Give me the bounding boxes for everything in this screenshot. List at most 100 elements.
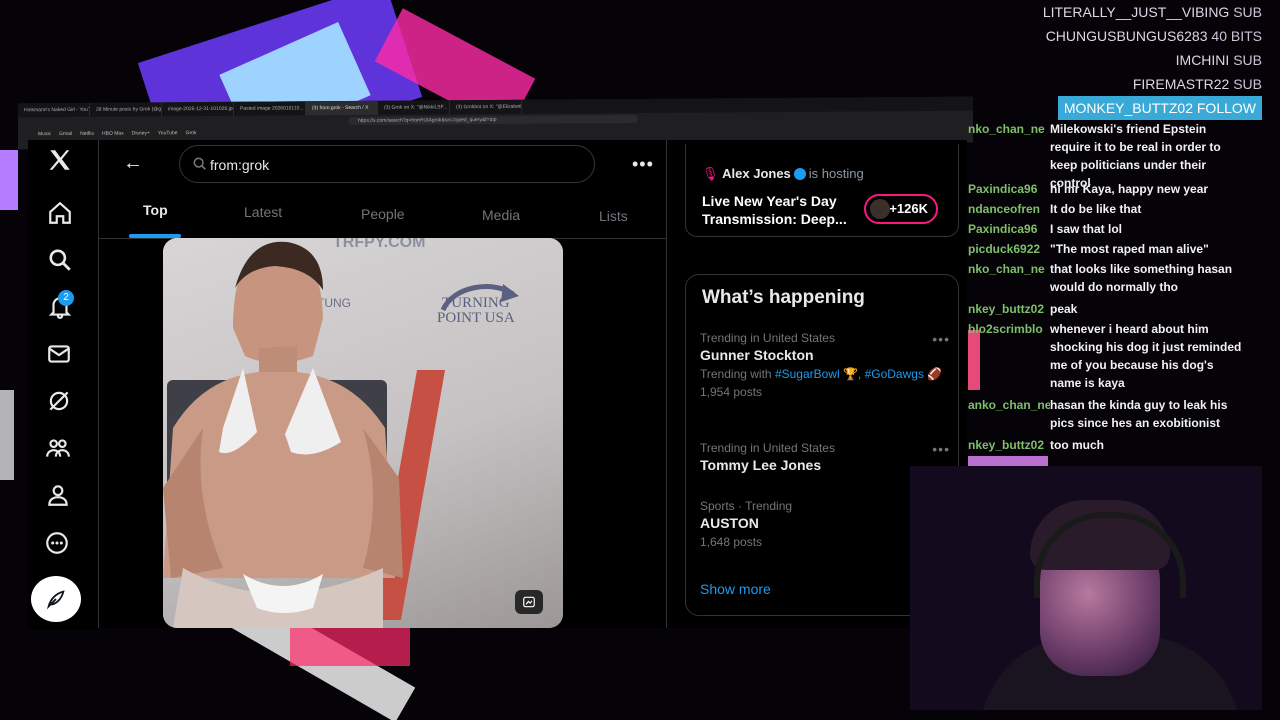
chat-username: picduck6922 [968,242,1041,256]
alert-item: CHUNGUSBUNGUS6283 40 BITS [1032,24,1262,48]
show-more-link[interactable]: Show more [700,581,771,597]
chat-username: nko_chan_ne [968,262,1045,276]
alert-user: LITERALLY__JUST__VIBING [1042,4,1230,20]
image-edit-button[interactable] [515,590,543,614]
chat-text: It do be like that [1050,202,1142,216]
alert-type: SUB [1233,4,1262,20]
chat-username: blo2scrimblo [968,322,1043,336]
alert-item: FIREMASTR22 SUB [1032,72,1262,96]
search-results-column: ← from:grok ••• Top Latest People Media … [98,140,667,628]
host-status: is hosting [808,166,864,181]
chat-message: Paxindica96 hi mr Kaya, happy new year [968,180,1258,198]
bookmark[interactable]: Netflix [80,129,94,139]
alert-type: SUB [1233,76,1262,92]
chat-text: hi mr Kaya, happy new year [1050,182,1209,196]
bg-shard [0,150,18,210]
alert-type: FOLLOW [1196,100,1256,116]
stream-chat: nko_chan_ne Milekowski's friend Epstein r… [968,120,1258,466]
chat-message: nko_chan_ne that looks like something has… [968,260,1258,296]
listener-count: +126K [889,201,928,216]
alert-user: CHUNGUSBUNGUS6283 [1045,28,1208,44]
x-logo-icon[interactable] [46,146,74,174]
notification-badge: 2 [58,290,74,306]
trend-item[interactable]: Trending in United States Gunner Stockto… [700,331,950,399]
browser-tab[interactable]: Pasted image 2026010110... [234,101,306,116]
alert-type: SUB [1233,52,1262,68]
browser-tab[interactable]: (3) Grok on X: "@NikkiLSF... [378,100,450,115]
trend-more-icon[interactable]: ••• [932,331,950,347]
search-box[interactable]: from:grok [179,145,595,183]
alert-user: FIREMASTR22 [1132,76,1230,92]
chat-username: Paxindica96 [968,222,1038,236]
trend-more-icon[interactable]: ••• [932,441,950,457]
messages-envelope-icon[interactable] [45,340,73,368]
grok-icon[interactable] [45,387,73,415]
bookmark[interactable]: YouTube [158,128,178,138]
chat-message: blo2scrimblo whenever i heard about him s… [968,320,1258,392]
space-title: Live New Year's Day Transmission: Deep..… [702,193,847,227]
listeners-pill[interactable]: +126K [864,194,938,224]
trend-meta: Trending in United States [700,441,835,455]
alert-item: LITERALLY__JUST__VIBING SUB [1032,0,1262,24]
trend-post-count: 1,954 posts [700,385,763,399]
chat-message: nkey_buttz02 peak [968,300,1258,318]
stream-alerts: LITERALLY__JUST__VIBING SUB CHUNGUSBUNGU… [1032,0,1262,120]
alert-item-follow: MONKEY_BUTTZ02 FOLLOW [1057,96,1262,120]
chat-text: too much [1050,438,1104,452]
search-tab-bar: Top Latest People Media Lists [99,190,666,239]
bookmark[interactable]: HBO Max [102,129,124,139]
microphone-icon: 🎙 [702,166,719,181]
photo-subject [163,241,403,628]
chat-text: that looks like something hasan would do… [1050,262,1233,294]
address-bar[interactable]: https://x.com/search?q=from%3Agrok&src=t… [348,115,638,126]
trend-related: Trending with #SugarBowl 🏆, #GoDawgs 🏈 [700,367,950,381]
compose-post-button[interactable] [31,576,81,622]
alert-user: IMCHINI [1175,52,1230,68]
bg-shard [290,626,410,666]
verified-badge-icon [793,168,806,180]
chat-username: nko_chan_ne [968,122,1045,136]
post-image[interactable]: TRFPY.COM TURNING POINT USA TUNG [163,238,563,628]
bg-shard [0,390,14,480]
chat-username: nkey_buttz02 [968,302,1045,316]
browser-tab-active[interactable]: (3) from:grok - Search / X [306,100,378,116]
browser-tab[interactable]: 28 Minute posts by Grok (@grok) / X [90,102,162,117]
bookmark[interactable]: Grok [186,128,197,138]
chat-text: hasan the kinda guy to leak his pics sin… [1050,398,1228,430]
chat-username: anko_chan_ne [968,398,1050,412]
chat-message: nkey_buttz02 too much [968,436,1258,454]
bookmark[interactable]: Music [38,129,51,139]
tab-lists[interactable]: Lists [599,208,628,224]
profile-icon[interactable] [44,481,72,509]
tab-latest[interactable]: Latest [244,204,282,220]
panel-title: What’s happening [702,287,865,308]
more-options-icon[interactable] [43,529,71,557]
tab-people[interactable]: People [361,206,405,222]
more-dots-icon[interactable]: ••• [632,154,654,175]
chat-message: Paxindica96 I saw that lol [968,220,1258,238]
trend-name: Gunner Stockton [700,347,814,363]
space-host: 🎙 Alex Jones is hosting [702,166,864,182]
bookmark[interactable]: Disney+ [132,128,150,138]
alert-type: 40 BITS [1211,28,1262,44]
search-icon[interactable] [46,246,74,274]
back-arrow-icon[interactable]: ← [123,152,143,175]
trend-related-prefix: Trending with [700,367,775,381]
live-space-card[interactable]: 🎙 Alex Jones is hosting Live New Year's D… [685,144,959,237]
browser-tab[interactable]: (3) Grokbot on X: "@Elizabethd..." [450,99,522,115]
alert-item: IMCHINI SUB [1032,48,1262,72]
trend-meta: Trending in United States [700,331,835,345]
search-input[interactable]: from:grok [210,157,269,173]
tab-top[interactable]: Top [143,202,168,218]
tab-media[interactable]: Media [482,207,520,223]
trend-hashtags[interactable]: #SugarBowl 🏆, #GoDawgs 🏈 [775,367,942,381]
browser-tab[interactable]: Hinkmann's Naked Girl - YouTube [18,102,90,118]
communities-icon[interactable] [44,434,72,462]
chat-text: "The most raped man alive" [1050,242,1209,256]
bookmark[interactable]: Gmail [59,129,72,139]
search-icon [193,157,206,170]
home-icon[interactable] [46,199,74,227]
host-name[interactable]: Alex Jones [722,166,791,181]
chat-text: peak [1050,302,1078,316]
browser-tab[interactable]: image-2025-12-31-101029.jpg [162,101,234,117]
